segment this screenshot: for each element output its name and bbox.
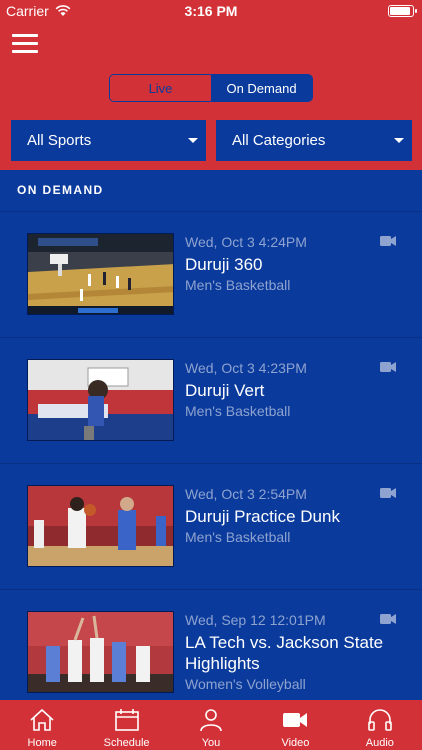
video-camera-icon [380, 488, 396, 498]
tab-label: Schedule [103, 737, 150, 749]
live-on-demand-toggle[interactable]: Live On Demand [109, 74, 313, 102]
video-date: Wed, Oct 3 2:54PM [185, 486, 307, 502]
video-thumbnail [27, 485, 174, 567]
clock: 3:16 PM [184, 3, 238, 19]
video-camera-icon [380, 362, 396, 372]
tab-label: Home [27, 737, 57, 749]
sports-filter-dropdown[interactable]: All Sports [11, 120, 206, 161]
video-camera-icon [380, 614, 396, 624]
video-title: Duruji Vert [185, 381, 265, 400]
tab-schedule[interactable]: Schedule [84, 700, 168, 750]
calendar-icon [114, 709, 139, 731]
categories-filter-label: All Categories [232, 132, 326, 149]
live-segment[interactable]: Live [110, 75, 211, 101]
video-thumbnail [27, 359, 174, 441]
person-icon [200, 709, 222, 732]
tab-label: Audio [365, 737, 394, 749]
app-header: Carrier 3:16 PM Live On Demand All Sport… [0, 0, 422, 170]
video-category: Men's Basketball [185, 529, 291, 545]
video-title: Duruji Practice Dunk [185, 507, 340, 526]
hamburger-icon [12, 34, 38, 37]
tab-bar: Home Schedule You Video Audio [0, 700, 422, 750]
video-camera-icon [283, 713, 308, 727]
video-category: Women's Volleyball [185, 676, 306, 692]
tab-label: You [201, 737, 221, 749]
video-list-item[interactable]: Wed, Sep 12 12:01PM LA Tech vs. Jackson … [0, 590, 422, 702]
tab-label: Video [281, 737, 310, 749]
status-bar: Carrier 3:16 PM [0, 0, 422, 22]
section-title: ON DEMAND [17, 183, 104, 197]
video-list-item[interactable]: Wed, Oct 3 2:54PM Duruji Practice Dunk M… [0, 464, 422, 590]
video-date: Wed, Oct 3 4:24PM [185, 234, 307, 250]
tab-audio[interactable]: Audio [338, 700, 422, 750]
dropdown-arrow-icon [394, 138, 404, 143]
headphones-icon [368, 709, 392, 731]
tab-you[interactable]: You [169, 700, 253, 750]
video-camera-icon [380, 236, 396, 246]
video-thumbnail [27, 611, 174, 693]
video-category: Men's Basketball [185, 277, 291, 293]
battery-level [390, 7, 410, 15]
video-thumbnail [27, 233, 174, 315]
sports-filter-label: All Sports [27, 132, 92, 149]
video-list-item[interactable]: Wed, Oct 3 4:24PM Duruji 360 Men's Baske… [0, 212, 422, 338]
tab-home[interactable]: Home [0, 700, 84, 750]
video-list-item[interactable]: Wed, Oct 3 4:23PM Duruji Vert Men's Bask… [0, 338, 422, 464]
video-title: Duruji 360 [185, 255, 263, 274]
on-demand-segment[interactable]: On Demand [211, 75, 312, 101]
dropdown-arrow-icon [188, 138, 198, 143]
menu-button[interactable] [12, 34, 38, 54]
video-date: Wed, Sep 12 12:01PM [185, 612, 326, 628]
battery-icon [388, 5, 417, 17]
tab-video[interactable]: Video [253, 700, 337, 750]
categories-filter-dropdown[interactable]: All Categories [216, 120, 412, 161]
home-icon [30, 708, 54, 731]
video-title: LA Tech vs. Jackson State Highlights [185, 633, 384, 673]
video-date: Wed, Oct 3 4:23PM [185, 360, 307, 376]
video-category: Men's Basketball [185, 403, 291, 419]
